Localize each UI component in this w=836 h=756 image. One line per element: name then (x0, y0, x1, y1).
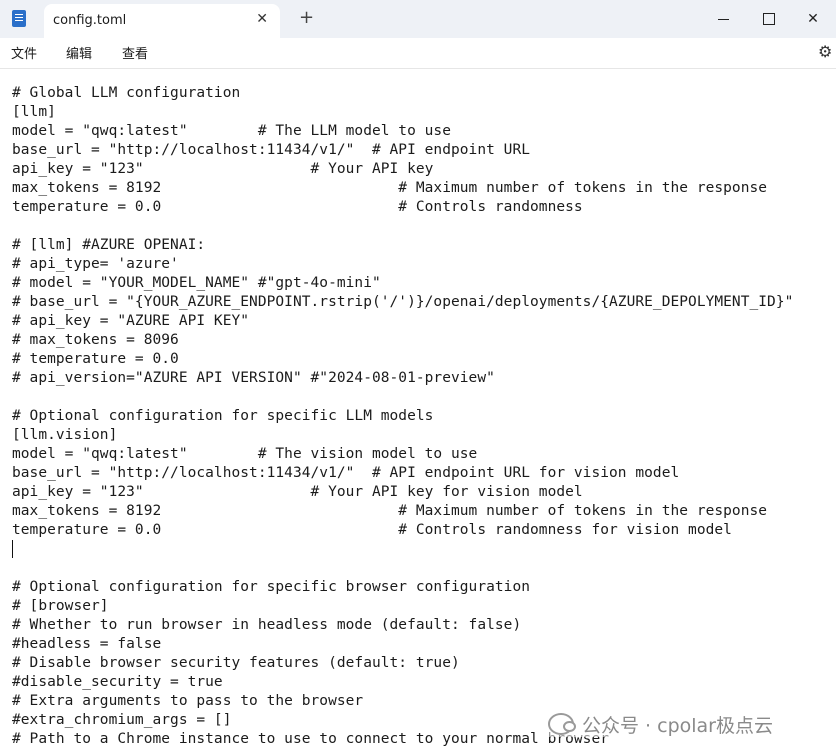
editor-line: # max_tokens = 8096 (12, 332, 179, 348)
editor-line: #headless = false (12, 636, 162, 652)
editor-line: # api_key = "AZURE API KEY" (12, 313, 250, 329)
editor-line: # temperature = 0.0 (12, 351, 179, 367)
editor-line: # Optional configuration for specific br… (12, 579, 531, 595)
new-tab-button[interactable]: + (299, 8, 314, 28)
editor-line: base_url = "http://localhost:11434/v1/" … (12, 142, 531, 158)
maximize-button[interactable] (746, 0, 792, 38)
menu-bar: 文件 编辑 查看 ⚙ (0, 38, 836, 69)
editor-line: [llm.vision] (12, 427, 118, 443)
editor-line: # api_version="AZURE API VERSION" #"2024… (12, 370, 495, 386)
text-editor-area[interactable]: # Global LLM configuration [llm] model = "… (12, 84, 834, 756)
menu-edit[interactable]: 编辑 (66, 43, 92, 62)
editor-line: # base_url = "{YOUR_AZURE_ENDPOINT.rstri… (12, 294, 794, 310)
editor-line: # Whether to run browser in headless mod… (12, 617, 522, 633)
editor-line: # [llm] #AZURE OPENAI: (12, 237, 206, 253)
editor-line: # Global LLM configuration (12, 85, 241, 101)
editor-line: [llm] (12, 104, 56, 120)
settings-gear-icon[interactable]: ⚙ (818, 42, 832, 61)
tab-close-icon[interactable]: ✕ (256, 11, 268, 27)
tab-config-toml[interactable]: config.toml ✕ (44, 4, 280, 38)
minimize-icon (717, 18, 729, 20)
editor-line: #disable_security = true (12, 674, 223, 690)
editor-line: base_url = "http://localhost:11434/v1/" … (12, 465, 680, 481)
wechat-icon (548, 713, 576, 735)
maximize-icon (763, 13, 775, 25)
watermark-text: 公众号 · cpolar极点云 (582, 714, 773, 737)
editor-line: # Disable browser security features (def… (12, 655, 460, 671)
editor-line: model = "qwq:latest" # The vision model … (12, 446, 478, 462)
editor-line: max_tokens = 8192 # Maximum number of to… (12, 503, 768, 519)
editor-line: api_key = "123" # Your API key for visio… (12, 484, 583, 500)
editor-line: # model = "YOUR_MODEL_NAME" #"gpt-4o-min… (12, 275, 381, 291)
title-bar: config.toml ✕ + ✕ (0, 0, 836, 38)
editor-line: # Optional configuration for specific LL… (12, 408, 434, 424)
menu-file[interactable]: 文件 (11, 43, 37, 62)
editor-line: api_key = "123" # Your API key (12, 161, 434, 177)
menu-view[interactable]: 查看 (122, 43, 148, 62)
close-window-button[interactable]: ✕ (790, 0, 836, 38)
editor-line: temperature = 0.0 # Controls randomness (12, 199, 583, 215)
watermark: 公众号 · cpolar极点云 (548, 711, 818, 737)
editor-line: temperature = 0.0 # Controls randomness … (12, 522, 732, 538)
editor-line: # api_type= 'azure' (12, 256, 179, 272)
editor-line: max_tokens = 8192 # Maximum number of to… (12, 180, 768, 196)
editor-line: model = "qwq:latest" # The LLM model to … (12, 123, 451, 139)
editor-line: # [browser] (12, 598, 109, 614)
notepad-app-icon (12, 10, 26, 27)
tab-title: config.toml (53, 13, 127, 28)
editor-line: # Extra arguments to pass to the browser (12, 693, 364, 709)
text-caret (12, 540, 13, 558)
minimize-button[interactable] (700, 0, 746, 38)
